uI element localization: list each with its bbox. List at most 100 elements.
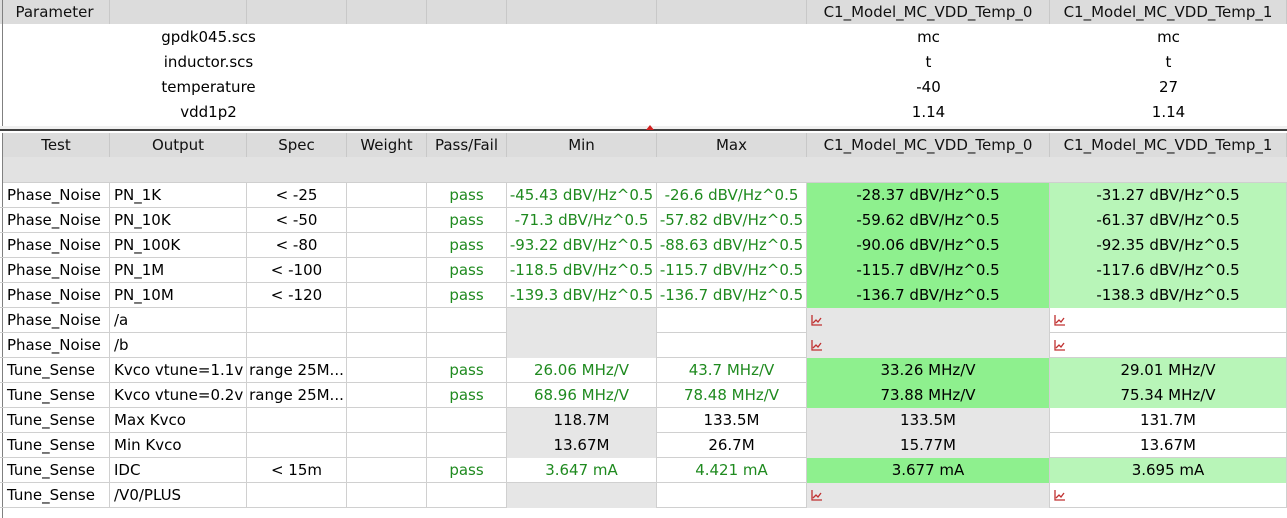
cell-output[interactable]: PN_1M [110, 258, 247, 283]
cell-weight[interactable] [347, 208, 427, 233]
cell-max[interactable]: 26.7M [657, 433, 807, 458]
table-row[interactable]: Tune_Sense IDC < 15m pass 3.647 mA 4.421 mA 3.… [0, 458, 1287, 483]
results-header-cell[interactable]: Test [3, 133, 110, 157]
cell-min[interactable]: 26.06 MHz/V [507, 358, 657, 383]
param-value-temp0[interactable]: mc [807, 25, 1050, 50]
param-value-temp0[interactable]: -40 [807, 75, 1050, 100]
cell-min[interactable]: -45.43 dBV/Hz^0.5 [507, 183, 657, 208]
results-header-cell[interactable]: Min [507, 133, 657, 157]
param-value-temp0[interactable]: t [807, 50, 1050, 75]
cell-spec[interactable]: < -25 [247, 183, 347, 208]
cell-t0[interactable]: 3.677 mA [807, 458, 1050, 483]
cell-min[interactable]: 68.96 MHz/V [507, 383, 657, 408]
cell-weight[interactable] [347, 483, 427, 508]
cell-t0[interactable]: -28.37 dBV/Hz^0.5 [807, 183, 1050, 208]
cell-t0[interactable] [807, 333, 1050, 358]
results-header-cell[interactable]: Spec [247, 133, 347, 157]
cell-t0[interactable]: -115.7 dBV/Hz^0.5 [807, 258, 1050, 283]
cell-min[interactable]: 3.647 mA [507, 458, 657, 483]
table-row[interactable]: Phase_Noise PN_1M < -100 pass -118.5 dBV/Hz^… [0, 258, 1287, 283]
cell-weight[interactable] [347, 383, 427, 408]
cell-t1[interactable] [1050, 333, 1287, 358]
cell-t0[interactable]: 15.77M [807, 433, 1050, 458]
cell-max[interactable] [657, 333, 807, 358]
cell-min[interactable] [507, 333, 657, 358]
cell-weight[interactable] [347, 333, 427, 358]
cell-weight[interactable] [347, 233, 427, 258]
waveform-plot-icon[interactable] [811, 339, 823, 351]
cell-spec[interactable] [247, 483, 347, 508]
cell-min[interactable] [507, 308, 657, 333]
cell-max[interactable] [657, 483, 807, 508]
table-row[interactable]: Tune_Sense Kvco vtune=0.2v range 25M... pas… [0, 383, 1287, 408]
cell-t0[interactable]: -90.06 dBV/Hz^0.5 [807, 233, 1050, 258]
cell-max[interactable]: 43.7 MHz/V [657, 358, 807, 383]
cell-max[interactable]: -88.63 dBV/Hz^0.5 [657, 233, 807, 258]
cell-spec[interactable] [247, 308, 347, 333]
cell-weight[interactable] [347, 408, 427, 433]
cell-spec[interactable]: range 25M... [247, 383, 347, 408]
results-header-cell[interactable]: C1_Model_MC_VDD_Temp_0 [807, 133, 1050, 157]
cell-weight[interactable] [347, 433, 427, 458]
cell-pf[interactable]: pass [427, 458, 507, 483]
param-value-temp1[interactable]: t [1050, 50, 1287, 75]
cell-spec[interactable]: < -120 [247, 283, 347, 308]
cell-output[interactable]: PN_10K [110, 208, 247, 233]
cell-output[interactable]: PN_100K [110, 233, 247, 258]
cell-weight[interactable] [347, 358, 427, 383]
cell-weight[interactable] [347, 308, 427, 333]
results-header-cell[interactable]: Max [657, 133, 807, 157]
cell-pf[interactable]: pass [427, 358, 507, 383]
cell-t0[interactable] [807, 308, 1050, 333]
cell-pf[interactable]: pass [427, 283, 507, 308]
cell-t1[interactable]: -138.3 dBV/Hz^0.5 [1050, 283, 1287, 308]
cell-t1[interactable]: 13.67M [1050, 433, 1287, 458]
waveform-plot-icon[interactable] [1054, 314, 1066, 326]
table-row[interactable]: Tune_Sense/V0/PLUS [0, 483, 1287, 508]
cell-min[interactable]: -71.3 dBV/Hz^0.5 [507, 208, 657, 233]
cell-pf[interactable]: pass [427, 208, 507, 233]
cell-t1[interactable]: -92.35 dBV/Hz^0.5 [1050, 233, 1287, 258]
cell-t0[interactable] [807, 483, 1050, 508]
cell-min[interactable]: 13.67M [507, 433, 657, 458]
cell-max[interactable]: -26.6 dBV/Hz^0.5 [657, 183, 807, 208]
pane-splitter[interactable] [0, 125, 1287, 131]
waveform-plot-icon[interactable] [1054, 339, 1066, 351]
table-row[interactable]: Phase_Noise PN_1K < -25 pass -45.43 dBV/Hz^0… [0, 183, 1287, 208]
cell-min[interactable]: 118.7M [507, 408, 657, 433]
cell-spec[interactable]: range 25M... [247, 358, 347, 383]
cell-pf[interactable]: pass [427, 233, 507, 258]
waveform-plot-icon[interactable] [1054, 489, 1066, 501]
waveform-plot-icon[interactable] [811, 489, 823, 501]
table-row[interactable]: Tune_Sense Min Kvco 13.67M 26.7M 15.77M 13.67… [0, 433, 1287, 458]
cell-t0[interactable]: -59.62 dBV/Hz^0.5 [807, 208, 1050, 233]
param-value-temp1[interactable]: 27 [1050, 75, 1287, 100]
table-row[interactable]: Phase_Noise PN_10K < -50 pass -71.3 dBV/Hz^0… [0, 208, 1287, 233]
cell-spec[interactable] [247, 333, 347, 358]
cell-max[interactable]: 78.48 MHz/V [657, 383, 807, 408]
cell-pf[interactable] [427, 308, 507, 333]
cell-t1[interactable]: 75.34 MHz/V [1050, 383, 1287, 408]
cell-spec[interactable]: < -50 [247, 208, 347, 233]
table-row[interactable]: Phase_Noise/a [0, 308, 1287, 333]
cell-weight[interactable] [347, 283, 427, 308]
param-value-temp1[interactable]: mc [1050, 25, 1287, 50]
cell-output[interactable]: Kvco vtune=1.1v [110, 358, 247, 383]
cell-output[interactable]: IDC [110, 458, 247, 483]
cell-t0[interactable]: 33.26 MHz/V [807, 358, 1050, 383]
cell-output[interactable]: PN_10M [110, 283, 247, 308]
cell-t1[interactable]: -61.37 dBV/Hz^0.5 [1050, 208, 1287, 233]
cell-t1[interactable]: 131.7M [1050, 408, 1287, 433]
cell-weight[interactable] [347, 458, 427, 483]
cell-spec[interactable] [247, 408, 347, 433]
cell-t0[interactable]: 73.88 MHz/V [807, 383, 1050, 408]
waveform-plot-icon[interactable] [811, 314, 823, 326]
table-row[interactable]: Tune_Sense Max Kvco 118.7M 133.5M 133.5M 131.… [0, 408, 1287, 433]
cell-t1[interactable]: -117.6 dBV/Hz^0.5 [1050, 258, 1287, 283]
cell-output[interactable]: PN_1K [110, 183, 247, 208]
cell-t0[interactable]: -136.7 dBV/Hz^0.5 [807, 283, 1050, 308]
cell-pf[interactable] [427, 483, 507, 508]
cell-spec[interactable]: < -80 [247, 233, 347, 258]
cell-t1[interactable]: -31.27 dBV/Hz^0.5 [1050, 183, 1287, 208]
param-value-temp0[interactable]: 1.14 [807, 100, 1050, 125]
